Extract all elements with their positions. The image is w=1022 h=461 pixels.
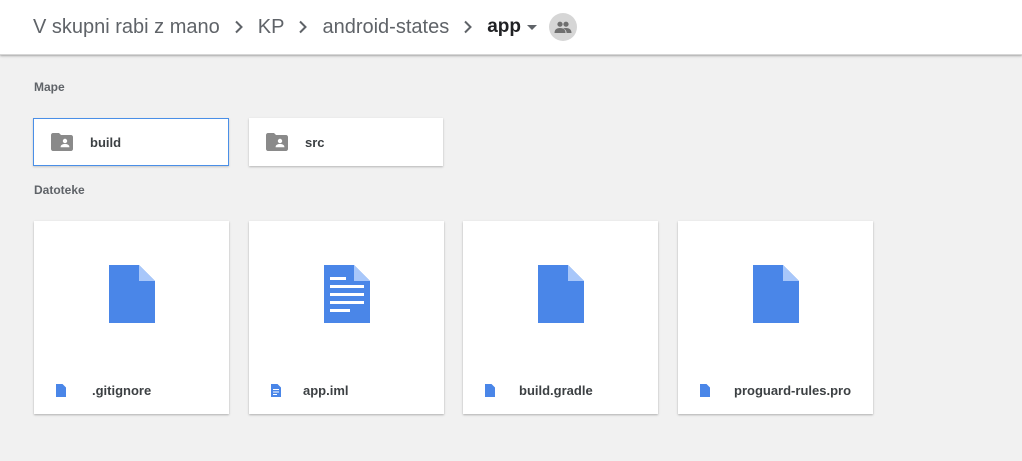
file-preview: [678, 221, 873, 366]
folder-name: src: [305, 134, 325, 150]
file-name: proguard-rules.pro: [734, 382, 852, 398]
shared-folder-icon: [51, 132, 75, 152]
breadcrumb-current-folder[interactable]: app: [487, 16, 521, 38]
chevron-right-icon: [220, 15, 258, 39]
file-card-app-iml[interactable]: app.iml: [249, 221, 444, 414]
file-preview: [463, 221, 658, 366]
breadcrumb-item-shared-with-me[interactable]: V skupni rabi z mano: [33, 16, 220, 39]
chevron-right-icon: [284, 15, 322, 39]
text-document-icon: [323, 264, 370, 323]
breadcrumb-item-android-states[interactable]: android-states: [322, 16, 449, 39]
file-preview: [249, 221, 444, 366]
file-icon: [700, 383, 712, 397]
document-icon: [271, 383, 283, 397]
file-card-proguard-rules[interactable]: proguard-rules.pro: [678, 221, 873, 414]
file-name: .gitignore: [92, 382, 152, 398]
file-icon: [56, 383, 68, 397]
folder-card-build[interactable]: build: [33, 118, 229, 166]
folder-name: build: [90, 134, 122, 150]
file-card-gitignore[interactable]: .gitignore: [34, 221, 229, 414]
arrow-drop-down-icon[interactable]: [526, 25, 537, 31]
file-card-build-gradle[interactable]: build.gradle: [463, 221, 658, 414]
file-name: app.iml: [303, 382, 349, 398]
breadcrumb-item-kp[interactable]: KP: [258, 16, 285, 39]
file-name: build.gradle: [519, 382, 593, 398]
file-preview: [34, 221, 229, 366]
people-icon[interactable]: [548, 13, 577, 41]
generic-file-icon: [108, 264, 155, 323]
folders-section-title: Mape: [34, 80, 65, 94]
breadcrumb-bar: V skupni rabi z mano KP android-states a…: [0, 0, 1022, 55]
chevron-right-icon: [449, 15, 487, 39]
file-icon: [485, 383, 497, 397]
generic-file-icon: [537, 264, 584, 323]
folder-card-src[interactable]: src: [249, 118, 443, 166]
generic-file-icon: [752, 264, 799, 323]
shared-folder-icon: [266, 132, 290, 152]
files-section-title: Datoteke: [34, 183, 85, 197]
